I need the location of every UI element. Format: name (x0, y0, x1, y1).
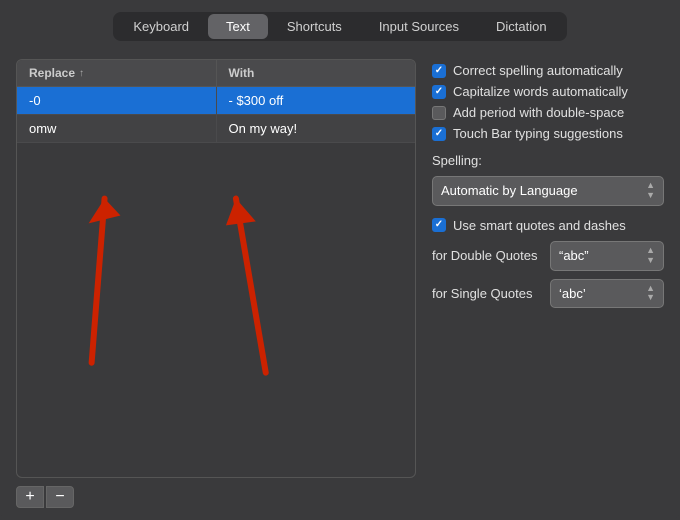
table-row[interactable]: omw On my way! (17, 115, 415, 143)
tab-bar: Keyboard Text Shortcuts Input Sources Di… (0, 0, 680, 51)
smart-quotes-row: ✓ Use smart quotes and dashes (432, 218, 664, 233)
double-quotes-dropdown-arrows-icon: ▲ ▼ (646, 246, 655, 266)
add-period-label: Add period with double-space (453, 105, 624, 120)
double-quotes-row: for Double Quotes “abc” ▲ ▼ (432, 241, 664, 271)
replace-cell: -0 (17, 87, 217, 114)
right-panel: ✓ Correct spelling automatically ✓ Capit… (432, 59, 664, 508)
text-replacement-table: Replace ↑ With -0 - $300 off omw On my w… (16, 59, 416, 478)
spelling-dropdown[interactable]: Automatic by Language ▲ ▼ (432, 176, 664, 206)
add-period-row: Add period with double-space (432, 105, 664, 120)
replace-cell: omw (17, 115, 217, 142)
double-quotes-dropdown[interactable]: “abc” ▲ ▼ (550, 241, 664, 271)
single-quotes-value: ‘abc’ (559, 286, 586, 301)
tab-input-sources[interactable]: Input Sources (361, 14, 477, 39)
smart-quotes-checkbox[interactable]: ✓ (432, 218, 446, 232)
with-cell: On my way! (217, 115, 416, 142)
with-column-header: With (217, 60, 416, 86)
correct-spelling-label: Correct spelling automatically (453, 63, 623, 78)
capitalize-words-row: ✓ Capitalize words automatically (432, 84, 664, 99)
left-panel: Replace ↑ With -0 - $300 off omw On my w… (16, 59, 416, 508)
dropdown-arrows-icon: ▲ ▼ (646, 181, 655, 201)
touch-bar-checkbox[interactable]: ✓ (432, 127, 446, 141)
tab-text[interactable]: Text (208, 14, 268, 39)
with-cell: - $300 off (217, 87, 416, 114)
tab-dictation[interactable]: Dictation (478, 14, 565, 39)
table-footer: + − (16, 486, 416, 508)
tab-group: Keyboard Text Shortcuts Input Sources Di… (113, 12, 566, 41)
spelling-dropdown-value: Automatic by Language (441, 183, 578, 198)
touch-bar-label: Touch Bar typing suggestions (453, 126, 623, 141)
single-quotes-dropdown-arrows-icon: ▲ ▼ (646, 284, 655, 304)
double-quotes-label: for Double Quotes (432, 248, 542, 263)
table-row[interactable]: -0 - $300 off (17, 87, 415, 115)
arrows-decoration (17, 143, 415, 473)
single-quotes-label: for Single Quotes (432, 286, 542, 301)
capitalize-words-checkbox[interactable]: ✓ (432, 85, 446, 99)
correct-spelling-checkbox[interactable]: ✓ (432, 64, 446, 78)
keyboard-preferences-window: Keyboard Text Shortcuts Input Sources Di… (0, 0, 680, 520)
table-header: Replace ↑ With (17, 60, 415, 87)
single-quotes-row: for Single Quotes ‘abc’ ▲ ▼ (432, 279, 664, 309)
touch-bar-row: ✓ Touch Bar typing suggestions (432, 126, 664, 141)
correct-spelling-row: ✓ Correct spelling automatically (432, 63, 664, 78)
tab-keyboard[interactable]: Keyboard (115, 14, 207, 39)
double-quotes-value: “abc” (559, 248, 589, 263)
smart-quotes-label: Use smart quotes and dashes (453, 218, 626, 233)
spelling-label: Spelling: (432, 153, 664, 168)
main-content: Replace ↑ With -0 - $300 off omw On my w… (0, 51, 680, 520)
add-row-button[interactable]: + (16, 486, 44, 508)
capitalize-words-label: Capitalize words automatically (453, 84, 628, 99)
sort-arrow: ↑ (79, 68, 84, 79)
tab-shortcuts[interactable]: Shortcuts (269, 14, 360, 39)
single-quotes-dropdown[interactable]: ‘abc’ ▲ ▼ (550, 279, 664, 309)
remove-row-button[interactable]: − (46, 486, 74, 508)
replace-column-header: Replace ↑ (17, 60, 217, 86)
add-period-checkbox[interactable] (432, 106, 446, 120)
